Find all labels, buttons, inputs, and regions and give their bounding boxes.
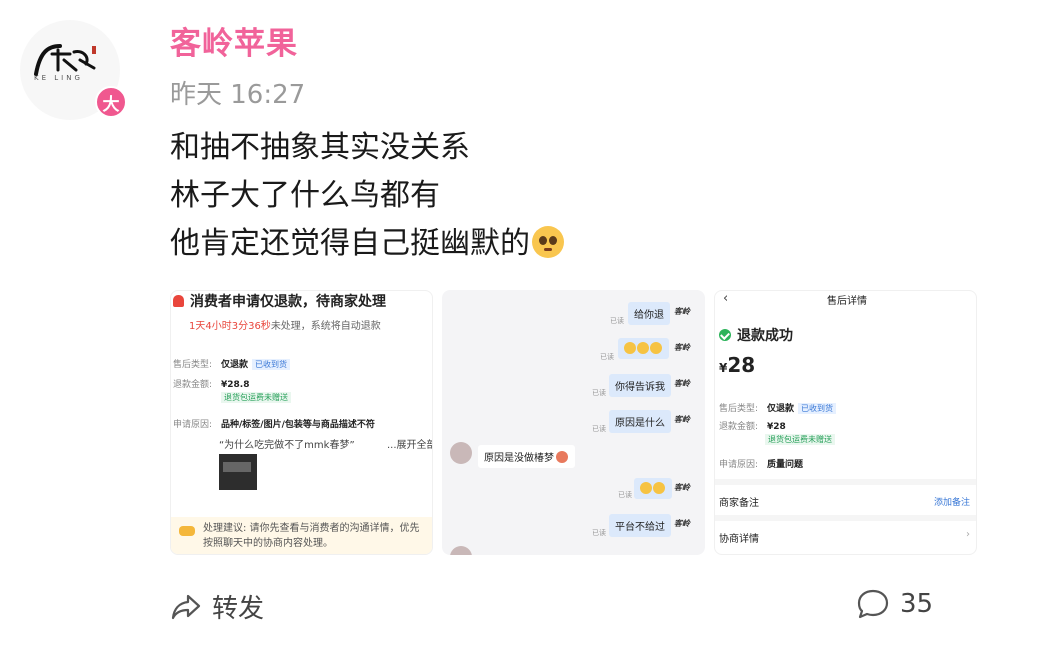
refund-status: 退款成功 — [719, 325, 793, 345]
amount-value: ¥28 — [767, 422, 786, 432]
amount-row: 退款金额: ¥28 — [719, 419, 786, 432]
post-time: 昨天 16:27 — [170, 80, 306, 110]
post-line: 他肯定还觉得自己挺幽默的 — [170, 220, 564, 268]
countdown-time: 1天4小时3分36秒 — [189, 321, 271, 332]
add-note-link[interactable]: 添加备注 — [934, 495, 970, 508]
reason-value: 品种/标签/图片/包装等与商品描述不符 — [221, 420, 375, 430]
amount-value: ¥28.8 — [221, 380, 250, 390]
reason-quote: “为什么吃完做不了mmk春梦” — [219, 440, 355, 451]
image-refund-detail[interactable]: ‹ 售后详情 退款成功 ¥28 售后类型: 仅退款 已收到货 退款金额: ¥28 退货… — [714, 290, 977, 555]
type-value: 仅退款 — [767, 404, 795, 414]
grin-icon — [624, 342, 636, 354]
amount-label: 退款金额: — [173, 380, 213, 390]
type-row: 售后类型: 仅退款 已收到货 — [173, 357, 291, 370]
grin-icon — [650, 342, 662, 354]
amount: 28 — [727, 353, 756, 377]
emoji-icon — [556, 451, 568, 463]
reason-label: 申请原因: — [719, 460, 759, 470]
image-refund-request[interactable]: 消费者申请仅退款，待商家处理 1天4小时3分36秒未处理，系统将自动退款 售后类… — [170, 290, 433, 555]
back-chevron-icon: ‹ — [723, 291, 729, 306]
avatar-subtext: KE LING — [34, 74, 83, 82]
type-tag: 已收到货 — [252, 359, 291, 370]
image-chat[interactable]: 已读 给你退 客岭 已读 客岭 已读 你得告诉我 客岭 已读 原因是什么 客岭 … — [442, 290, 705, 555]
shop-logo-icon: 客岭 — [674, 415, 690, 424]
customer-bubble: 原因是没做椿梦 — [478, 445, 575, 468]
advice-text: 处理建议: 请你先查看与消费者的沟通详情，优先按照聊天中的协商内容处理。 — [203, 523, 420, 549]
post-line-text: 他肯定还觉得自己挺幽默的 — [170, 226, 530, 261]
divider — [715, 479, 976, 485]
pleading-face-icon — [532, 226, 564, 258]
evidence-thumbnail[interactable] — [219, 454, 257, 490]
reason-value: 质量问题 — [767, 460, 804, 470]
share-button[interactable]: 转发 — [170, 588, 264, 625]
countdown: 1天4小时3分36秒未处理，系统将自动退款 — [189, 317, 381, 332]
shipping-tag: 退货包运费未赠送 — [221, 392, 291, 403]
post-line: 林子大了什么鸟都有 — [170, 178, 440, 213]
amount-row: 退款金额: ¥28.8 — [173, 377, 249, 390]
chat-bubble: 你得告诉我 — [609, 374, 671, 397]
negotiation-row[interactable]: 协商详情 — [719, 530, 759, 545]
handshake-icon — [179, 526, 195, 536]
advice-box: 处理建议: 请你先查看与消费者的沟通详情，优先按照聊天中的协商内容处理。 — [171, 517, 432, 554]
expand-link[interactable]: ...展开全部 — [387, 436, 432, 451]
comment-icon — [857, 589, 889, 619]
shop-logo-icon: 客岭 — [674, 519, 690, 528]
chevron-right-icon: › — [966, 529, 970, 540]
grin-icon — [640, 482, 652, 494]
read-receipt: 已读 — [592, 529, 606, 537]
shipping-tag: 退货包运费未赠送 — [765, 434, 835, 445]
type-value: 仅退款 — [221, 360, 249, 370]
chat-bubble-emoji — [634, 478, 672, 499]
type-label: 售后类型: — [719, 404, 759, 414]
reason-label: 申请原因: — [173, 420, 213, 430]
refund-heading: 消费者申请仅退款，待商家处理 — [173, 291, 386, 311]
read-receipt: 已读 — [592, 425, 606, 433]
type-tag: 已收到货 — [798, 403, 837, 414]
type-label: 售后类型: — [173, 360, 213, 370]
shop-logo-icon: 客岭 — [674, 343, 690, 352]
chat-bubble: 平台不给过 — [609, 514, 671, 537]
level-badge: 大 — [95, 86, 127, 118]
post-content: 和抽不抽象其实没关系 林子大了什么鸟都有 他肯定还觉得自己挺幽默的 — [170, 124, 564, 268]
divider — [715, 515, 976, 521]
shop-logo-icon: 客岭 — [674, 307, 690, 316]
read-receipt: 已读 — [618, 491, 632, 499]
grin-icon — [637, 342, 649, 354]
detail-title: 售后详情 — [827, 296, 867, 307]
comment-button[interactable]: 35 — [856, 588, 933, 620]
heading-text: 消费者申请仅退款，待商家处理 — [190, 294, 386, 310]
type-row: 售后类型: 仅退款 已收到货 — [719, 401, 837, 414]
merchant-note-label: 商家备注 — [719, 498, 759, 509]
amount-label: 退款金额: — [719, 422, 759, 432]
countdown-text: 未处理，系统将自动退款 — [270, 321, 381, 332]
shop-logo-icon: 客岭 — [674, 483, 690, 492]
author-name[interactable]: 客岭苹果 — [170, 18, 298, 63]
customer-avatar[interactable] — [450, 546, 472, 555]
share-label: 转发 — [212, 594, 265, 624]
chat-bubble: 原因是什么 — [609, 410, 671, 433]
read-receipt: 已读 — [592, 389, 606, 397]
read-receipt: 已读 — [600, 353, 614, 361]
grin-icon — [653, 482, 665, 494]
comment-count: 35 — [900, 589, 934, 619]
post-line: 和抽不抽象其实没关系 — [170, 130, 470, 165]
share-icon — [171, 594, 201, 619]
refund-amount: ¥28 — [719, 353, 755, 377]
chat-bubble: 给你退 — [628, 302, 670, 325]
shop-logo-icon: 客岭 — [674, 379, 690, 388]
read-receipt: 已读 — [610, 317, 624, 325]
check-icon — [719, 329, 731, 341]
reason-row: 申请原因: 质量问题 — [719, 457, 803, 470]
bell-icon — [173, 295, 184, 307]
customer-avatar[interactable] — [450, 442, 472, 464]
chat-bubble-emoji — [618, 338, 669, 359]
status-text: 退款成功 — [737, 328, 793, 344]
reason-row: 申请原因: 品种/标签/图片/包装等与商品描述不符 — [173, 417, 375, 430]
